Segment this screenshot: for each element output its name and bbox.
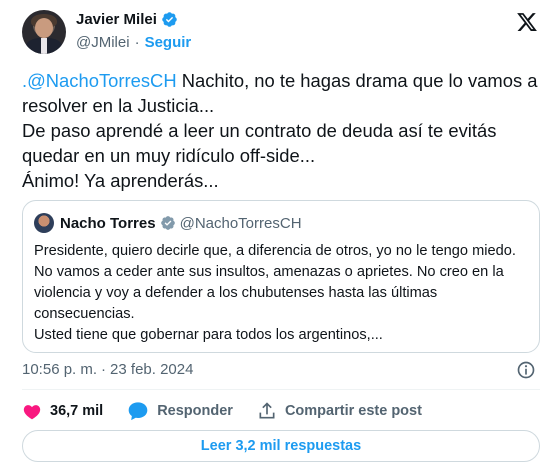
reply-label: Responder xyxy=(157,403,233,419)
heart-icon xyxy=(23,405,41,420)
quote-author-name: Nacho Torres xyxy=(60,214,156,232)
mention-link[interactable]: .@NachoTorresCH xyxy=(22,70,177,91)
follow-button[interactable]: Seguir xyxy=(145,34,192,51)
author-handle-row: @JMilei · Seguir xyxy=(76,34,191,51)
action-bar: 36,7 mil Responder Compartir este post xyxy=(22,400,446,422)
quote-author-handle: @NachoTorresCH xyxy=(179,214,302,232)
author-avatar[interactable] xyxy=(22,10,66,54)
separator-dot: · xyxy=(101,361,107,378)
tweet-header: Javier Milei @JMilei · Seguir xyxy=(22,8,542,56)
separator-dot: · xyxy=(134,34,140,51)
quoted-tweet[interactable]: Nacho Torres @NachoTorresCH Presidente, … xyxy=(22,200,540,353)
quote-header: Nacho Torres @NachoTorresCH xyxy=(34,213,302,233)
tweet-text: .@NachoTorresCH Nachito, no te hagas dra… xyxy=(22,68,542,193)
x-logo-icon[interactable] xyxy=(516,11,538,33)
tweet-card: Javier Milei @JMilei · Seguir .@NachoTor… xyxy=(0,0,551,475)
share-label: Compartir este post xyxy=(284,403,422,419)
author-handle[interactable]: @JMilei xyxy=(76,34,130,51)
reply-bubble-icon xyxy=(128,402,148,421)
tweet-time: 10:56 p. m. xyxy=(22,361,98,378)
divider xyxy=(22,389,540,390)
verified-badge-icon xyxy=(160,216,175,230)
like-count: 36,7 mil xyxy=(50,403,104,419)
author-name[interactable]: Javier Milei xyxy=(76,11,157,28)
quote-text: Presidente, quiero decirle que, a difere… xyxy=(34,243,516,343)
author-name-row: Javier Milei xyxy=(76,11,178,28)
info-icon[interactable] xyxy=(516,360,536,380)
tweet-date: 23 feb. 2024 xyxy=(110,361,194,378)
share-button[interactable]: Compartir este post xyxy=(257,401,422,421)
read-replies-button[interactable]: Leer 3,2 mil respuestas xyxy=(22,430,540,462)
reply-button[interactable]: Responder xyxy=(127,401,233,421)
share-icon xyxy=(259,402,275,419)
verified-badge-icon xyxy=(162,12,177,27)
tweet-timestamp[interactable]: 10:56 p. m. · 23 feb. 2024 xyxy=(22,361,193,378)
quote-avatar xyxy=(34,213,54,233)
like-button[interactable]: 36,7 mil xyxy=(22,401,103,421)
